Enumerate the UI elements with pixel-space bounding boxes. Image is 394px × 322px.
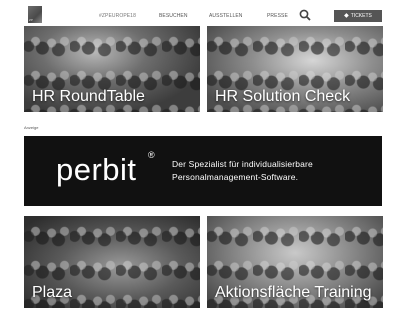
tickets-label: TICKETS [350, 13, 372, 19]
tickets-button[interactable]: ◆ TICKETS [334, 10, 382, 22]
tile-caption: Plaza [32, 284, 73, 301]
tile-plaza[interactable]: Plaza [24, 216, 200, 308]
tile-hr-roundtable[interactable]: HR RoundTable [24, 26, 200, 112]
hashtag-link[interactable]: #ZPEUROPE18 [99, 13, 136, 19]
tile-hr-solution-check[interactable]: HR Solution Check [207, 26, 383, 112]
search-icon[interactable] [299, 9, 311, 21]
trademark-mark: ® [148, 150, 155, 160]
tile-caption: HR Solution Check [215, 88, 351, 105]
ad-line-2: Personalmanagement-Software. [172, 172, 299, 182]
ad-label: Anzeige [24, 125, 39, 130]
perbit-ad-banner[interactable]: perbit ® Der Spezialist für individualis… [24, 136, 382, 206]
tile-aktionsflaeche-training[interactable]: Aktionsfläche Training [207, 216, 383, 308]
ticket-icon: ◆ [344, 13, 349, 19]
event-logo[interactable]: ZP [28, 6, 42, 23]
tile-caption: Aktionsfläche Training [215, 284, 372, 301]
logo-text: ZP [29, 18, 33, 22]
ad-line-1: Der Spezialist für individualisierbare [172, 159, 313, 169]
nav-ausstellen[interactable]: AUSSTELLEN [209, 13, 243, 19]
tile-caption: HR RoundTable [32, 88, 145, 105]
nav-besuchen[interactable]: BESUCHEN [159, 13, 188, 19]
perbit-logo: perbit [56, 152, 137, 187]
nav-presse[interactable]: PRESSE [267, 13, 288, 19]
site-header: ZP #ZPEUROPE18 BESUCHEN AUSSTELLEN PRESS… [24, 4, 382, 26]
ad-text: Der Spezialist für individualisierbare P… [172, 158, 313, 184]
